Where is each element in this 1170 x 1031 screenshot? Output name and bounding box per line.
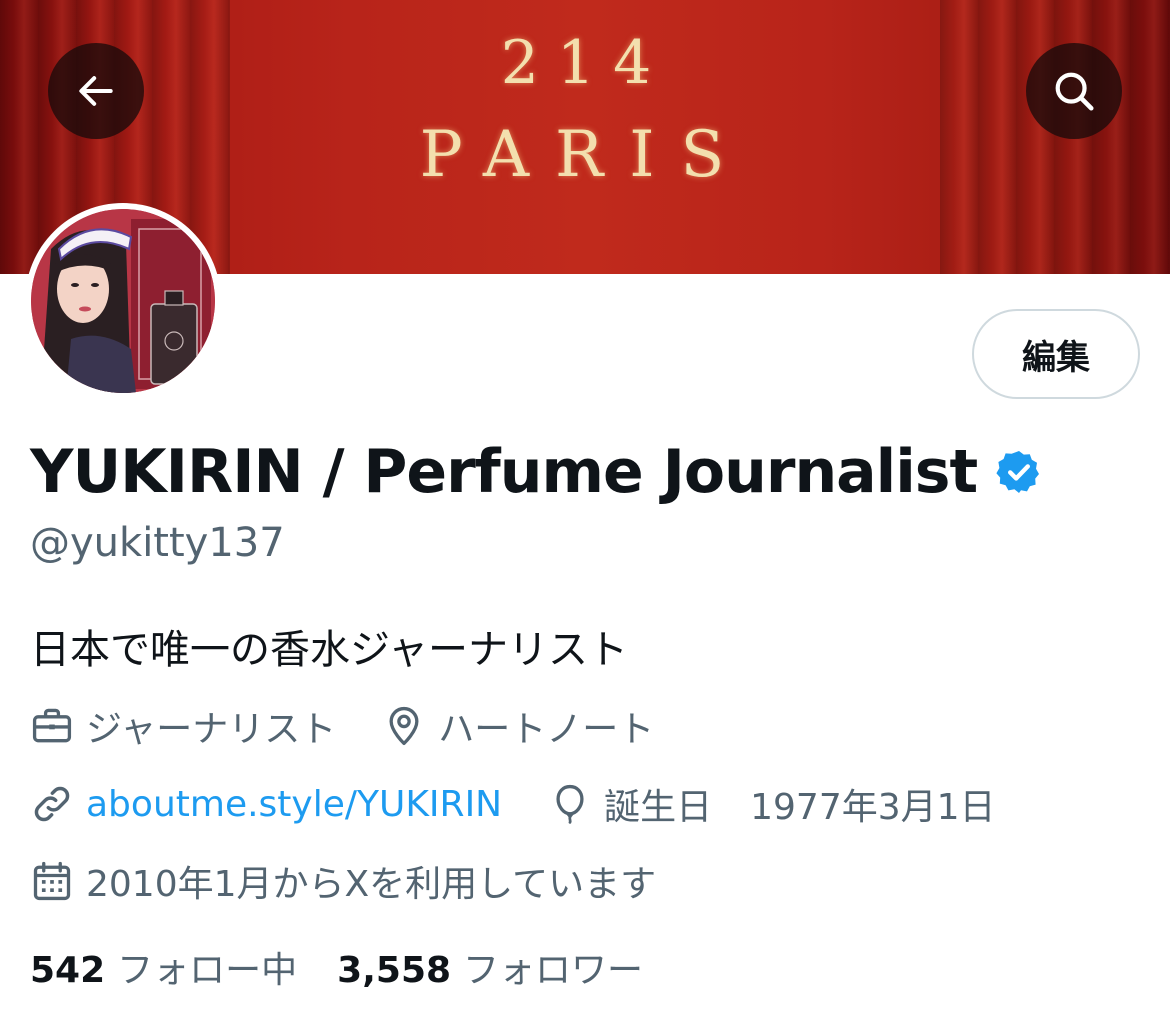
bio-text: 日本で唯一の香水ジャーナリスト (30, 627, 628, 673)
website-item[interactable]: aboutme.style/YUKIRIN (30, 782, 502, 826)
calendar-icon (33, 861, 71, 901)
following-stat[interactable]: 542 フォロー中 (30, 941, 297, 993)
joined-text: 2010年1月からXを利用しています (86, 864, 657, 905)
joined-item: 2010年1月からXを利用しています (30, 855, 656, 907)
following-count: 542 (30, 950, 106, 991)
banner-text-city: PARIS (419, 118, 751, 192)
follow-stats: 542 フォロー中 3,558 フォロワー (30, 942, 643, 992)
location-text: ハートノート (438, 709, 655, 750)
website-link[interactable]: aboutme.style/YUKIRIN (86, 784, 502, 825)
meta-row-profession-location: ジャーナリスト ハートノート (30, 701, 654, 751)
birthday-item: 誕生日 1977年3月1日 (548, 778, 996, 830)
followers-label: フォロワー (463, 950, 644, 991)
followers-count: 3,558 (337, 950, 452, 991)
profession-text: ジャーナリスト (86, 709, 337, 750)
avatar-image (31, 209, 215, 393)
arrow-left-icon (79, 76, 113, 106)
following-label: フォロー中 (117, 950, 298, 991)
birthday-value: 1977年3月1日 (750, 787, 996, 828)
profession-item: ジャーナリスト (30, 700, 336, 752)
followers-stat[interactable]: 3,558 フォロワー (337, 941, 643, 993)
birthday-label: 誕生日 (604, 787, 713, 828)
avatar[interactable] (25, 203, 221, 399)
banner-text-number: 214 (500, 28, 670, 98)
meta-row-website-birthday: aboutme.style/YUKIRIN 誕生日 1977年3月1日 (30, 779, 996, 829)
edit-profile-button[interactable]: 編集 (972, 309, 1140, 399)
briefcase-icon (32, 708, 72, 743)
search-button[interactable] (1026, 43, 1122, 139)
user-handle: @yukitty137 (30, 520, 285, 566)
search-icon (1055, 72, 1094, 111)
avatar-illustration (31, 209, 215, 393)
name-row: YUKIRIN / Perfume Journalist (30, 432, 1043, 512)
back-button[interactable] (48, 43, 144, 139)
display-name: YUKIRIN / Perfume Journalist (30, 437, 978, 507)
meta-row-joined: 2010年1月からXを利用しています (30, 856, 656, 906)
link-icon (34, 786, 70, 822)
location-pin-icon (389, 706, 419, 746)
balloon-icon (556, 784, 584, 824)
location-item: ハートノート (382, 700, 654, 752)
verified-badge-icon (996, 451, 1040, 493)
